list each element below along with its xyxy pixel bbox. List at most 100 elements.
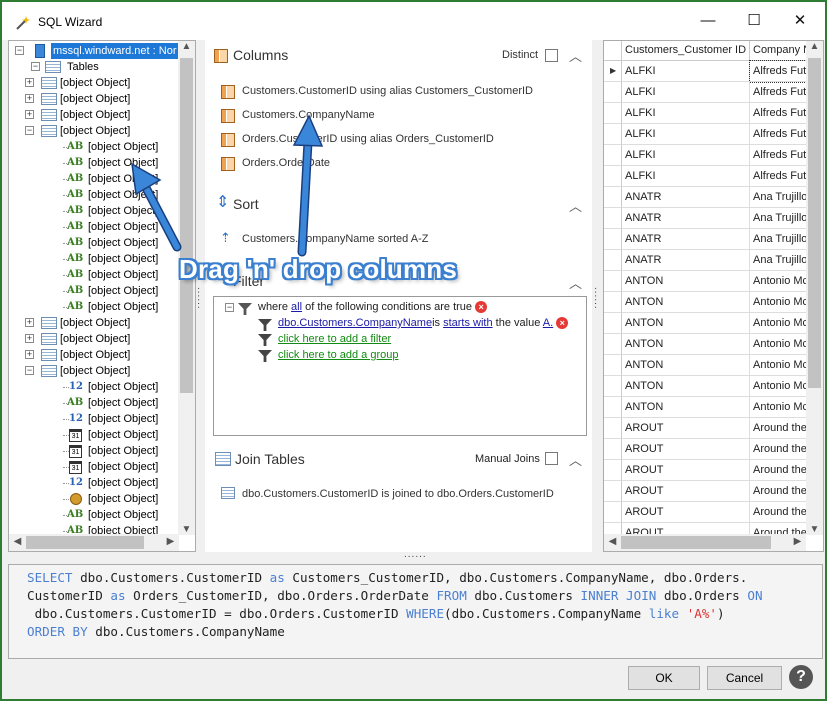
grid-cell[interactable]: Antonio Mc xyxy=(750,292,806,313)
grid-cell[interactable]: ALFKI xyxy=(622,82,750,103)
expand-icon[interactable]: + xyxy=(25,350,34,359)
grid-row-header[interactable] xyxy=(604,145,622,166)
grid-cell[interactable]: AROUT xyxy=(622,481,750,502)
grid-row-header[interactable] xyxy=(604,229,622,250)
grid-cell[interactable]: Alfreds Fut xyxy=(750,145,806,166)
join-collapse-icon[interactable]: ︿ xyxy=(569,450,582,469)
grid-row-header[interactable] xyxy=(604,334,622,355)
collapse-icon[interactable]: − xyxy=(15,46,24,55)
grid-row-header[interactable] xyxy=(604,460,622,481)
remove-group-icon[interactable]: × xyxy=(475,301,488,314)
grid-cell[interactable]: Antonio Mc xyxy=(750,397,806,418)
expand-icon[interactable]: + xyxy=(25,94,34,103)
grid-cell[interactable]: ANTON xyxy=(622,355,750,376)
grid-row-header[interactable] xyxy=(604,187,622,208)
grid-row-header[interactable] xyxy=(604,292,622,313)
grid-cell[interactable]: ANATR xyxy=(622,208,750,229)
grid-cell[interactable]: Alfreds Fut xyxy=(750,103,806,124)
collapse-icon[interactable]: − xyxy=(25,366,34,375)
grid-row-header[interactable] xyxy=(604,103,622,124)
grid-vertical-scrollbar[interactable]: ▲ ▼ xyxy=(806,41,823,535)
grid-row-header[interactable]: ▶ xyxy=(604,61,622,82)
grid-cell[interactable]: Antonio Mc xyxy=(750,334,806,355)
remove-condition-icon[interactable]: × xyxy=(556,317,569,330)
scroll-right-icon[interactable]: ▶ xyxy=(789,536,806,547)
condition-operator-link[interactable]: starts with xyxy=(443,317,493,329)
grid-cell[interactable]: ALFKI xyxy=(622,166,750,187)
grid-row-header[interactable] xyxy=(604,502,622,523)
collapse-icon[interactable]: − xyxy=(31,62,40,71)
grid-cell[interactable]: ALFKI xyxy=(622,145,750,166)
grid-cell[interactable]: Around the xyxy=(750,418,806,439)
grid-row-header[interactable] xyxy=(604,439,622,460)
grid-cell[interactable]: ANATR xyxy=(622,187,750,208)
grid-row-header[interactable] xyxy=(604,418,622,439)
grid-cell[interactable]: Alfreds Fut xyxy=(750,124,806,145)
expand-icon[interactable]: + xyxy=(25,78,34,87)
grid-cell[interactable]: AROUT xyxy=(622,460,750,481)
sort-collapse-icon[interactable]: ︿ xyxy=(569,196,582,215)
grid-row-header[interactable] xyxy=(604,481,622,502)
grid-column-header[interactable]: Company Nam xyxy=(750,41,806,61)
scroll-right-icon[interactable]: ▶ xyxy=(162,536,179,547)
grid-cell[interactable]: ANTON xyxy=(622,271,750,292)
grid-cell[interactable]: Ana Trujillo xyxy=(750,229,806,250)
minimize-button[interactable]: — xyxy=(693,8,723,34)
collapse-icon[interactable]: − xyxy=(25,126,34,135)
tree-root[interactable]: − mssql.windward.net : Nor xyxy=(15,43,179,59)
condition-field-link[interactable]: dbo.Customers.CompanyName xyxy=(278,317,432,329)
grid-cell[interactable]: Around the xyxy=(750,460,806,481)
grid-cell[interactable]: Ana Trujillo xyxy=(750,250,806,271)
help-icon[interactable]: ? xyxy=(789,665,813,689)
grid-cell[interactable]: ANTON xyxy=(622,292,750,313)
cancel-button[interactable]: Cancel xyxy=(707,666,782,690)
manual-joins-checkbox[interactable] xyxy=(545,452,558,465)
grid-row-header[interactable] xyxy=(604,397,622,418)
grid-cell[interactable]: Antonio Mc xyxy=(750,271,806,292)
filter-collapse-icon[interactable]: ︿ xyxy=(569,273,582,292)
expand-icon[interactable]: + xyxy=(25,334,34,343)
scroll-down-icon[interactable]: ▼ xyxy=(178,524,195,535)
grid-cell[interactable]: Antonio Mc xyxy=(750,376,806,397)
grid-cell[interactable]: ANTON xyxy=(622,397,750,418)
grid-cell[interactable]: ANTON xyxy=(622,376,750,397)
maximize-button[interactable]: ☐ xyxy=(739,8,769,34)
grid-horizontal-scrollbar[interactable]: ◀ ▶ xyxy=(604,534,806,551)
right-splitter-grip[interactable]: ...... xyxy=(592,287,603,310)
grid-cell[interactable]: ALFKI xyxy=(622,61,750,82)
grid-cell[interactable]: Ana Trujillo xyxy=(750,208,806,229)
tree-horizontal-scrollbar[interactable]: ◀ ▶ xyxy=(9,534,179,551)
sql-preview[interactable]: SELECT dbo.Customers.CustomerID as Custo… xyxy=(8,564,823,659)
ok-button[interactable]: OK xyxy=(628,666,700,690)
distinct-checkbox[interactable] xyxy=(545,49,558,62)
add-filter-link[interactable]: click here to add a filter xyxy=(278,333,391,345)
grid-cell[interactable]: AROUT xyxy=(622,418,750,439)
scroll-up-icon[interactable]: ▲ xyxy=(178,41,195,52)
grid-row-header[interactable] xyxy=(604,82,622,103)
bottom-splitter-grip[interactable]: ...... xyxy=(404,549,427,560)
columns-collapse-icon[interactable]: ︿ xyxy=(569,46,582,65)
scroll-left-icon[interactable]: ◀ xyxy=(604,536,621,547)
grid-cell[interactable]: ANTON xyxy=(622,334,750,355)
grid-cell[interactable]: Antonio Mc xyxy=(750,355,806,376)
scroll-left-icon[interactable]: ◀ xyxy=(9,536,26,547)
grid-row-header[interactable] xyxy=(604,208,622,229)
grid-row-header[interactable] xyxy=(604,124,622,145)
grid-row-header[interactable] xyxy=(604,313,622,334)
scroll-thumb[interactable] xyxy=(808,58,821,388)
grid-cell[interactable]: Antonio Mc xyxy=(750,313,806,334)
grid-cell[interactable]: Alfreds Fut xyxy=(750,82,806,103)
grid-cell[interactable]: ALFKI xyxy=(622,124,750,145)
expand-icon[interactable]: + xyxy=(25,318,34,327)
grid-cell[interactable]: Around the xyxy=(750,439,806,460)
grid-cell[interactable]: ANATR xyxy=(622,250,750,271)
add-group-link[interactable]: click here to add a group xyxy=(278,349,398,361)
grid-cell[interactable]: Around the xyxy=(750,481,806,502)
grid-cell[interactable]: AROUT xyxy=(622,439,750,460)
scroll-thumb[interactable] xyxy=(26,536,144,549)
grid-row-header[interactable] xyxy=(604,250,622,271)
where-all-link[interactable]: all xyxy=(291,301,302,313)
grid-cell[interactable]: Ana Trujillo xyxy=(750,187,806,208)
scroll-thumb[interactable] xyxy=(621,536,771,549)
condition-value-link[interactable]: A. xyxy=(543,317,553,329)
